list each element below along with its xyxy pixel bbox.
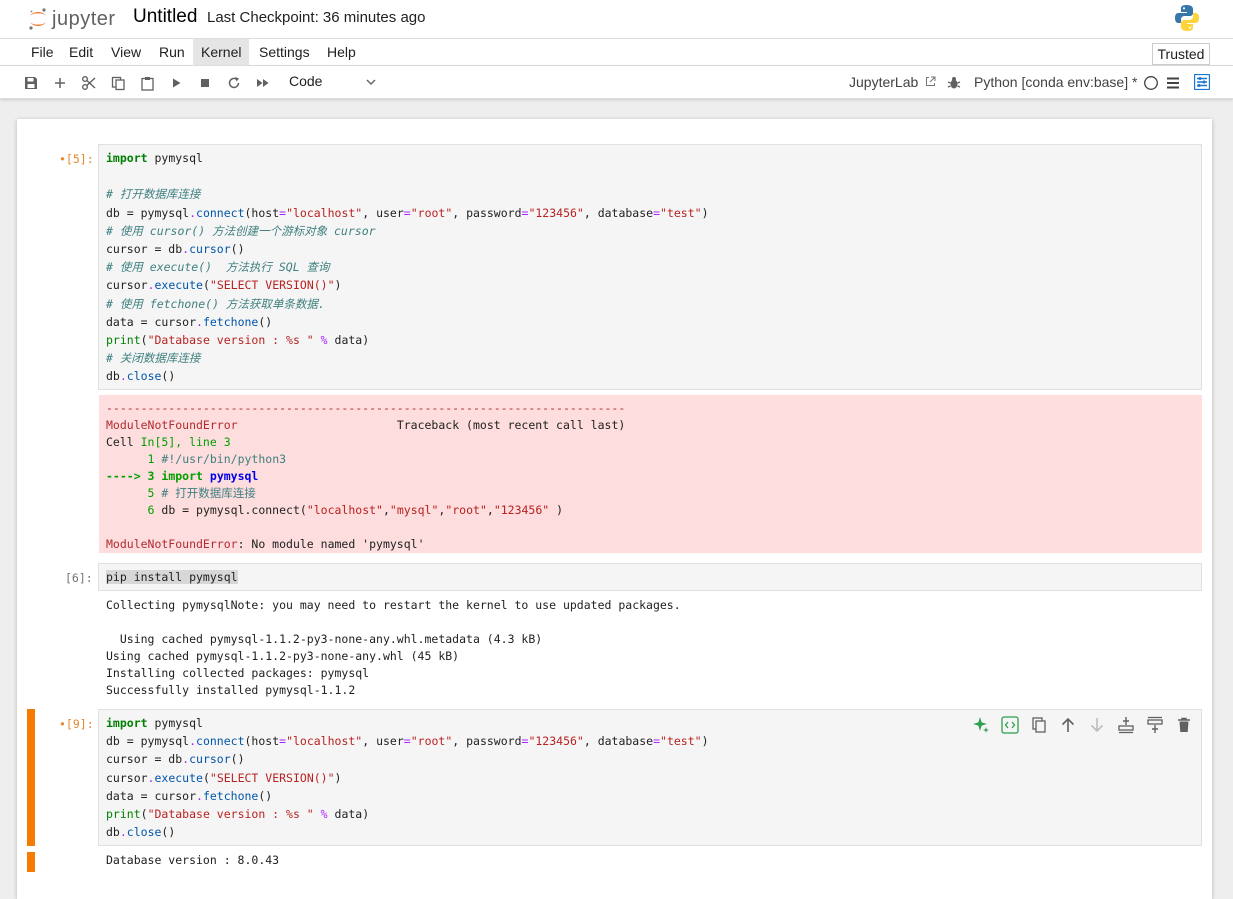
traceback-cell-ref: Cell In[5], line 3	[106, 435, 231, 449]
c3-line-6: print("Database version : %s " % data)	[106, 807, 370, 822]
menu-settings[interactable]: Settings	[251, 39, 318, 66]
c2-out-5: Installing collected packages: pymysql	[106, 666, 370, 680]
jupyterlab-link-label: JupyterLab	[849, 74, 919, 90]
jupyter-logo-icon	[29, 8, 46, 30]
jupyter-logo[interactable]: jupyter	[28, 7, 116, 31]
cell-1-traceback: ----------------------------------------…	[106, 400, 625, 553]
cell-3-source: import pymysql db = pymysql.connect(host…	[106, 714, 709, 841]
copy-icon[interactable]	[109, 74, 127, 92]
traceback-dashes: ----------------------------------------…	[106, 401, 626, 415]
menu-file[interactable]: File	[23, 39, 62, 66]
format-code-icon[interactable]	[1001, 716, 1019, 734]
active-cell-indicator	[27, 709, 35, 846]
paste-icon[interactable]	[138, 74, 156, 92]
menu-run[interactable]: Run	[151, 39, 193, 66]
error-message: ModuleNotFoundError: No module named 'py…	[106, 537, 425, 551]
menu-view[interactable]: View	[103, 39, 149, 66]
debugger-bug-icon[interactable]	[947, 76, 961, 90]
restart-icon[interactable]	[225, 74, 243, 92]
checkpoint-status: Last Checkpoint: 36 minutes ago	[207, 9, 426, 26]
python-logo-icon	[1175, 5, 1199, 31]
cell-2-output: Collecting pymysqlNote: you may need to …	[106, 597, 681, 699]
ai-sparkle-icon[interactable]	[972, 716, 990, 734]
c1-line-13: db.close()	[106, 369, 176, 384]
cell-2-prompt: [6]:	[65, 571, 93, 585]
property-inspector-icon[interactable]	[1194, 74, 1210, 90]
c2-out-3: Using cached pymysql-1.1.2-py3-none-any.…	[106, 632, 543, 646]
menu-help[interactable]: Help	[319, 39, 364, 66]
c2-out-4: Using cached pymysql-1.1.2-py3-none-any.…	[106, 649, 460, 663]
traceback-line-1: 1 #!/usr/bin/python3	[147, 452, 287, 466]
logo-text: jupyter	[52, 7, 116, 30]
traceback-line-4: 6 db = pymysql.connect("localhost","mysq…	[147, 503, 564, 517]
notebook-toolbar: Code JupyterLab Python [conda env:base] …	[0, 66, 1233, 99]
cell-1-source: import pymysql # 打开数据库连接 db = pymysql.co…	[106, 149, 709, 386]
cell-3-prompt: •[9]:	[59, 717, 94, 731]
c1-line-3: # 打开数据库连接	[106, 187, 201, 202]
cut-icon[interactable]	[80, 74, 98, 92]
external-link-icon	[926, 76, 936, 86]
c1-line-4: db = pymysql.connect(host="localhost", u…	[106, 205, 709, 220]
notebook-title[interactable]: Untitled	[133, 6, 197, 28]
c1-line-12: # 关闭数据库连接	[106, 351, 201, 366]
stop-icon[interactable]	[196, 74, 214, 92]
c1-line-9: # 使用 fetchone() 方法获取单条数据.	[106, 296, 325, 311]
menu-bar: File Edit View Run Kernel Settings Help	[0, 38, 1233, 66]
error-name: ModuleNotFoundError	[106, 418, 238, 432]
delete-cell-icon[interactable]	[1175, 716, 1193, 734]
insert-below-icon[interactable]	[1146, 716, 1164, 734]
c1-line-11: print("Database version : %s " % data)	[106, 333, 370, 348]
cell-3-output: Database version : 8.0.43	[106, 852, 279, 869]
menu-kernel[interactable]: Kernel	[193, 39, 250, 66]
run-icon[interactable]	[167, 74, 185, 92]
c2-line-1: pip install pymysql	[106, 570, 238, 584]
c3-line-7: db.close()	[106, 825, 176, 840]
cell-2-source: pip install pymysql	[106, 568, 238, 586]
move-down-icon[interactable]	[1088, 716, 1106, 734]
fast-forward-icon[interactable]	[254, 74, 272, 92]
menu-edit[interactable]: Edit	[61, 39, 101, 66]
c3-out-1: Database version : 8.0.43	[106, 853, 280, 867]
c1-line-8: cursor.execute("SELECT VERSION()")	[106, 278, 342, 293]
cell-1-prompt: •[5]:	[59, 152, 94, 166]
menu-lines-icon[interactable]	[1166, 76, 1180, 90]
move-up-icon[interactable]	[1059, 716, 1077, 734]
c1-line-6: cursor = db.cursor()	[106, 242, 245, 257]
traceback-line-3: 5 # 打开数据库连接	[147, 486, 256, 500]
c1-l1-rest: pymysql	[154, 151, 203, 165]
c3-line-4: cursor.execute("SELECT VERSION()")	[106, 770, 342, 785]
top-bar: jupyter Untitled Last Checkpoint: 36 min…	[0, 0, 1233, 38]
c1-line-7: # 使用 execute() 方法执行 SQL 查询	[106, 260, 330, 275]
jupyterlab-link[interactable]: JupyterLab	[849, 74, 936, 90]
c3-line-2: db = pymysql.connect(host="localhost", u…	[106, 734, 709, 749]
chevron-down-icon[interactable]	[366, 79, 376, 86]
c3-line-3: cursor = db.cursor()	[106, 752, 245, 767]
c3-line-5: data = cursor.fetchone()	[106, 788, 273, 803]
kernel-status-icon	[1144, 76, 1158, 90]
traceback-label: Traceback (most recent call last)	[396, 418, 626, 432]
c1-line-10: data = cursor.fetchone()	[106, 314, 273, 329]
c1-l1-kw: import	[106, 151, 148, 165]
kernel-name[interactable]: Python [conda env:base] *	[974, 74, 1137, 90]
c1-line-5: # 使用 cursor() 方法创建一个游标对象 cursor	[106, 223, 376, 238]
active-output-indicator	[27, 852, 35, 872]
save-icon[interactable]	[22, 74, 40, 92]
insert-above-icon[interactable]	[1117, 716, 1135, 734]
trusted-badge[interactable]: Trusted	[1152, 43, 1210, 65]
traceback-line-2: ----> 3 import pymysql	[106, 469, 259, 483]
add-cell-icon[interactable]	[51, 74, 69, 92]
cell-2-editor[interactable]	[98, 563, 1202, 591]
c3-line-1: import pymysql	[106, 716, 203, 730]
c2-out-6: Successfully installed pymysql-1.1.2	[106, 683, 356, 697]
cell-type-select[interactable]: Code	[289, 73, 322, 89]
c2-out-1: Collecting pymysqlNote: you may need to …	[106, 598, 681, 612]
duplicate-cell-icon[interactable]	[1030, 716, 1048, 734]
